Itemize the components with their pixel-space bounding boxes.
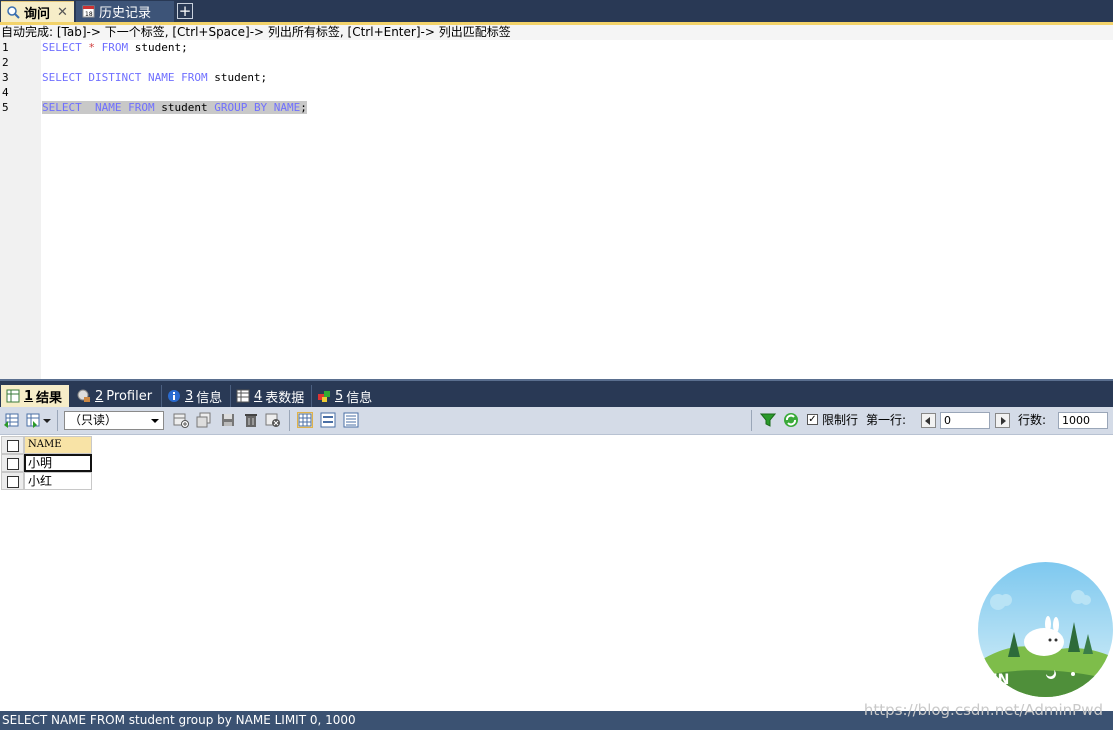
- limit-rows-checkbox[interactable]: ✓: [807, 414, 818, 425]
- table-icon: [236, 389, 250, 403]
- autocomplete-hint: 自动完成: [Tab]-> 下一个标签, [Ctrl+Space]-> 列出所有…: [0, 25, 1113, 40]
- tab-label: Profiler: [106, 388, 153, 404]
- keyword: FROM: [101, 41, 129, 54]
- export-grid-icon[interactable]: [4, 412, 20, 428]
- chevron-right-icon: [1001, 417, 1006, 425]
- save-icon[interactable]: [220, 412, 236, 428]
- tab-info[interactable]: 3 信息: [162, 385, 230, 407]
- checkbox-box: [7, 458, 19, 470]
- keyword: SELECT: [42, 41, 82, 54]
- keyword: SELECT DISTINCT NAME FROM: [42, 71, 208, 84]
- refresh-icon[interactable]: [783, 412, 799, 428]
- line-number: 2: [2, 56, 9, 69]
- row-checkbox[interactable]: [1, 472, 24, 490]
- tab-history-label: 历史记录: [99, 6, 152, 21]
- line-number: 4: [2, 86, 9, 99]
- tab-label: 表数据: [265, 390, 305, 406]
- result-grid-icon: [6, 389, 20, 403]
- tab-number: 3: [185, 388, 194, 404]
- selected-text: SELECT NAME FROM student GROUP BY NAME;: [42, 101, 307, 114]
- new-tab-button[interactable]: +: [177, 3, 193, 19]
- blocks-icon: [317, 389, 331, 403]
- tab-result[interactable]: 1 结果: [1, 385, 69, 407]
- tab-history[interactable]: 18 历史记录: [76, 1, 174, 22]
- row-count-input[interactable]: 1000: [1058, 412, 1108, 429]
- tab-query[interactable]: 询问 ✕: [1, 1, 74, 22]
- chevron-down-icon[interactable]: [42, 412, 52, 428]
- result-toolbar: （只读） ✓ 限制行 第一行: 0 行数: 1000: [0, 407, 1113, 435]
- cancel-changes-icon[interactable]: [265, 412, 281, 428]
- previous-page-button[interactable]: [921, 413, 936, 428]
- line-number: 5: [2, 101, 9, 114]
- tab-label: 结果: [36, 390, 63, 406]
- line-number: 3: [2, 71, 9, 84]
- filter-icon[interactable]: [759, 412, 777, 428]
- tab-query-label: 询问: [24, 6, 51, 22]
- sql-editor[interactable]: 1 2 3 4 5 SELECT * FROM student; SELECT …: [0, 40, 1113, 379]
- tab-label: 信息: [196, 390, 223, 406]
- row-count-label: 行数:: [1018, 413, 1047, 427]
- history-icon: 18: [82, 5, 95, 18]
- dropdown-arrow-icon: [151, 419, 159, 423]
- close-icon[interactable]: ✕: [57, 5, 68, 20]
- column-header-name[interactable]: NAME: [24, 436, 92, 454]
- form-view-icon[interactable]: [320, 412, 336, 428]
- row-checkbox[interactable]: [1, 454, 24, 472]
- grid-view-icon[interactable]: [297, 412, 313, 428]
- code-text: ;: [300, 101, 307, 114]
- input-method-avatar[interactable]: EN: [978, 562, 1113, 697]
- code-line-1[interactable]: SELECT * FROM student;: [42, 40, 188, 55]
- tab-label: 信息: [346, 390, 373, 406]
- tab-number: 4: [254, 388, 263, 404]
- tab-number: 2: [95, 388, 104, 404]
- tab-info-2[interactable]: 5 信息: [312, 385, 380, 407]
- query-tab-bar: 询问 ✕ 18 历史记录 +: [0, 0, 1113, 22]
- keyword: SELECT NAME FROM: [42, 101, 155, 114]
- import-grid-icon[interactable]: [25, 412, 41, 428]
- chevron-left-icon: [925, 417, 930, 425]
- profiler-icon: [77, 389, 91, 403]
- tab-profiler[interactable]: 2 Profiler: [72, 385, 160, 407]
- toolbar-separator: [289, 410, 290, 431]
- result-tab-bar: 1 结果 2 Profiler 3 信息 4 表数据 5 信息: [0, 379, 1113, 407]
- toolbar-separator: [57, 410, 58, 431]
- operator: *: [88, 41, 95, 54]
- toolbar-separator: [751, 410, 752, 431]
- query-icon: [7, 5, 20, 19]
- next-page-button[interactable]: [995, 413, 1010, 428]
- line-number: 1: [2, 41, 9, 54]
- trash-icon[interactable]: [243, 412, 259, 428]
- table-cell[interactable]: 小明: [24, 454, 92, 472]
- watermark: https://blog.csdn.net/AdminPwd: [863, 701, 1103, 719]
- keyword: GROUP BY NAME: [214, 101, 301, 114]
- info-icon: [167, 389, 181, 403]
- code-line-5[interactable]: SELECT NAME FROM student GROUP BY NAME;: [42, 100, 307, 115]
- limit-rows-label: 限制行: [822, 413, 859, 427]
- table-cell[interactable]: 小红: [24, 472, 92, 490]
- mode-select-value: （只读）: [69, 413, 118, 427]
- select-all-checkbox[interactable]: [1, 436, 24, 454]
- tab-table-data[interactable]: 4 表数据: [231, 385, 311, 407]
- first-row-label: 第一行:: [866, 413, 907, 427]
- code-line-3[interactable]: SELECT DISTINCT NAME FROM student;: [42, 70, 267, 85]
- checkbox-box: [7, 476, 19, 488]
- tab-number: 5: [335, 388, 344, 404]
- avatar-badge: EN: [988, 672, 1009, 688]
- code-text: student;: [207, 71, 268, 84]
- first-row-input[interactable]: 0: [940, 412, 990, 429]
- code-text: student: [154, 101, 215, 114]
- line-number-gutter: 1 2 3 4 5: [0, 40, 41, 379]
- insert-row-icon[interactable]: [173, 412, 189, 428]
- code-text: student;: [128, 41, 188, 54]
- mode-select[interactable]: （只读）: [64, 411, 164, 430]
- duplicate-row-icon[interactable]: [196, 412, 212, 428]
- svg-text:18: 18: [85, 11, 93, 18]
- checkbox-box: [7, 440, 19, 452]
- text-view-icon[interactable]: [343, 412, 359, 428]
- tab-number: 1: [24, 388, 34, 404]
